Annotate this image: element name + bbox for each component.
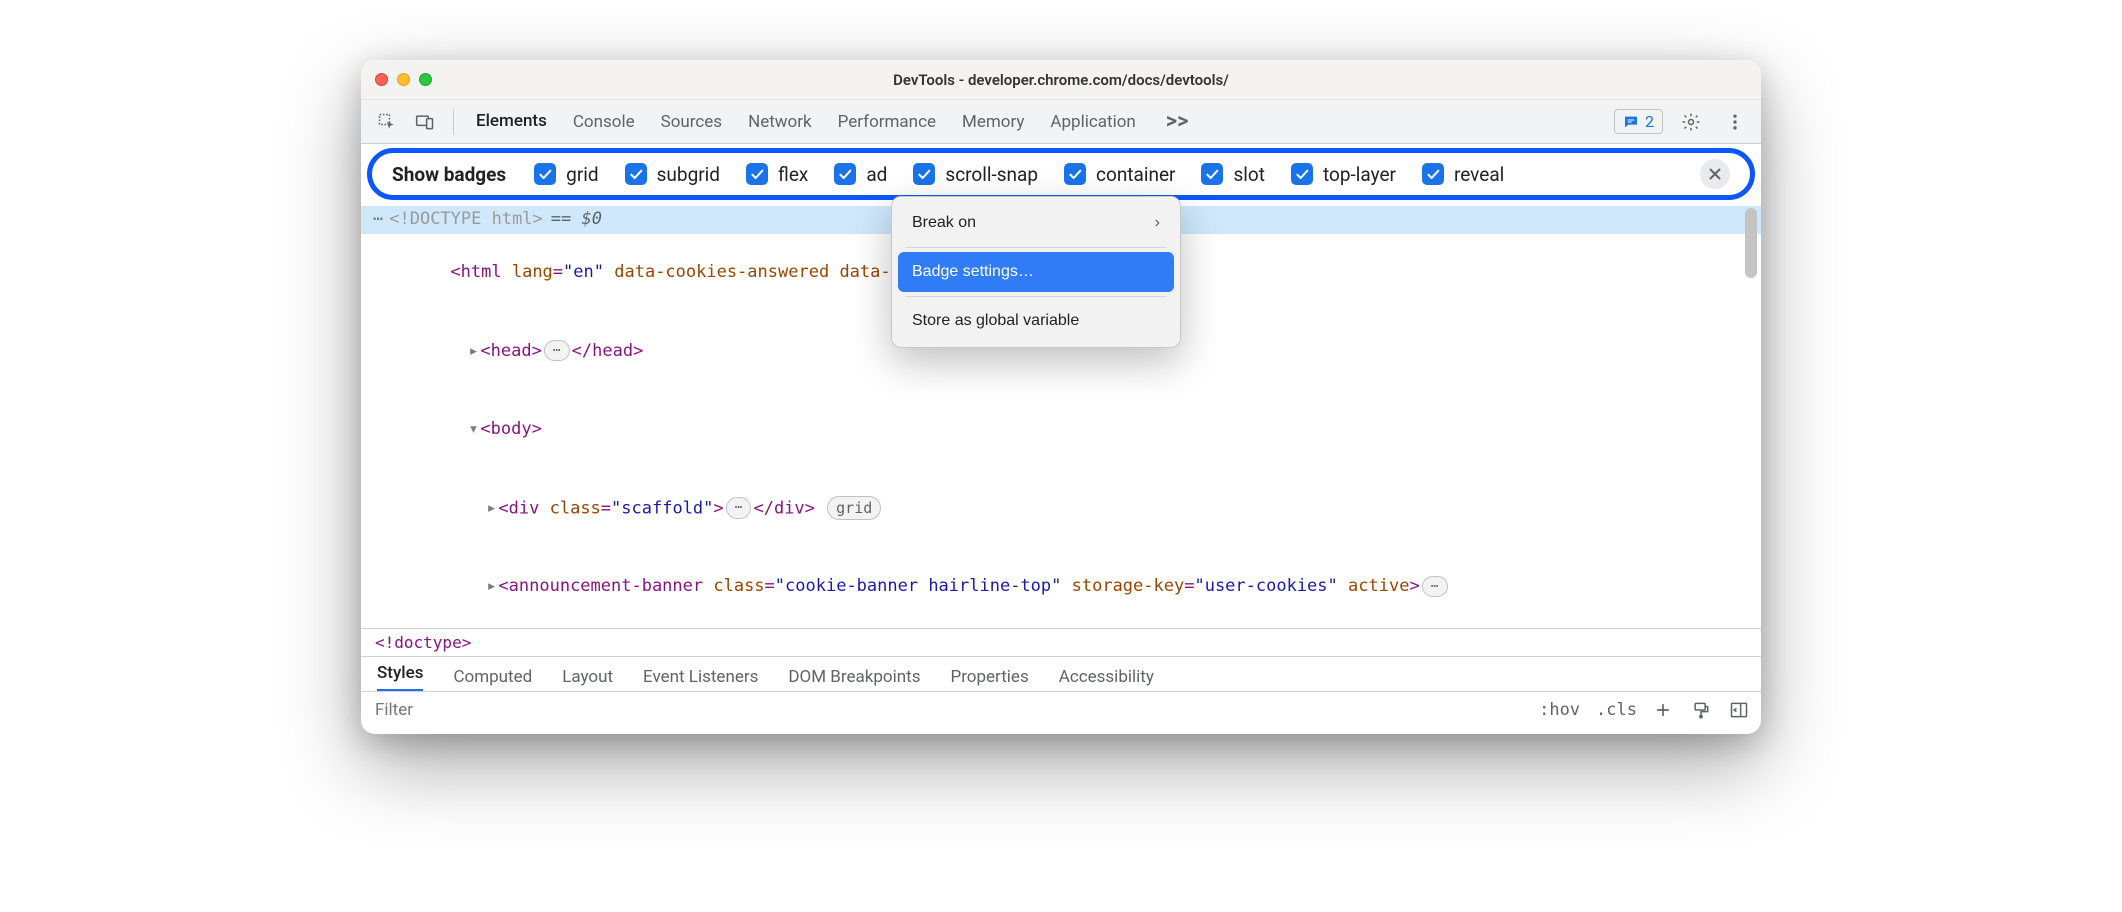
- breadcrumb-item[interactable]: <!doctype>: [375, 633, 471, 652]
- row-menu-icon[interactable]: ⋯: [373, 207, 385, 233]
- issues-count: 2: [1645, 112, 1654, 131]
- devtools-window: DevTools - developer.chrome.com/docs/dev…: [361, 60, 1761, 734]
- checkbox-icon: [834, 163, 856, 185]
- subtab-layout[interactable]: Layout: [562, 667, 613, 687]
- checkbox-icon: [1422, 163, 1444, 185]
- dom-row-scaffold[interactable]: ▸<div class="scaffold">⋯</div> grid: [361, 469, 1761, 548]
- context-menu-item[interactable]: Store as global variable: [898, 301, 1174, 341]
- expand-icon[interactable]: ▸: [486, 496, 494, 522]
- tab-memory[interactable]: Memory: [962, 112, 1024, 132]
- badge-checkbox-reveal[interactable]: reveal: [1422, 163, 1504, 186]
- badge-checkbox-container[interactable]: container: [1064, 163, 1175, 186]
- expand-icon[interactable]: ▸: [486, 574, 494, 600]
- separator: [906, 296, 1166, 297]
- scrollbar-thumb[interactable]: [1745, 208, 1757, 278]
- collapse-icon[interactable]: ▾: [468, 417, 476, 443]
- tab-elements[interactable]: Elements: [476, 111, 547, 133]
- tab-console[interactable]: Console: [573, 112, 635, 132]
- close-icon: [1706, 165, 1724, 183]
- checkbox-icon: [913, 163, 935, 185]
- subtab-dom-breakpoints[interactable]: DOM Breakpoints: [788, 667, 920, 687]
- toolbar-right: 2: [1614, 106, 1751, 138]
- context-menu: Break on› Badge settings… Store as global …: [891, 196, 1181, 348]
- context-menu-item[interactable]: Badge settings…: [898, 252, 1174, 292]
- new-style-rule-icon[interactable]: [1653, 700, 1673, 720]
- styles-filter-input[interactable]: [373, 696, 1523, 724]
- more-menu-icon[interactable]: [1719, 106, 1751, 138]
- expand-icon[interactable]: ▸: [468, 339, 476, 365]
- zoom-window-button[interactable]: [419, 73, 432, 86]
- badge-checkbox-top-layer[interactable]: top-layer: [1291, 163, 1396, 186]
- separator: [906, 247, 1166, 248]
- badge-checkbox-grid[interactable]: grid: [534, 163, 598, 186]
- badge-checkbox-subgrid[interactable]: subgrid: [625, 163, 720, 186]
- subtab-properties[interactable]: Properties: [950, 667, 1028, 687]
- styles-toolbar-icons: [1653, 700, 1749, 720]
- ellipsis-pill[interactable]: ⋯: [544, 340, 570, 362]
- checkbox-icon: [625, 163, 647, 185]
- computed-panel-toggle-icon[interactable]: [1729, 700, 1749, 720]
- tab-application[interactable]: Application: [1050, 112, 1135, 132]
- main-tabs: Elements Console Sources Network Performance…: [476, 109, 1608, 134]
- chevron-right-icon: ›: [1155, 211, 1160, 235]
- subtab-computed[interactable]: Computed: [453, 667, 532, 687]
- badges-bar: Show badges grid subgrid flex ad scroll-snap…: [367, 148, 1755, 200]
- subtab-accessibility[interactable]: Accessibility: [1059, 667, 1154, 687]
- ellipsis-pill[interactable]: ⋯: [726, 497, 752, 519]
- styles-toolbar: :hov .cls: [361, 691, 1761, 734]
- badge-checkbox-ad[interactable]: ad: [834, 163, 887, 186]
- show-badges-label: Show badges: [392, 163, 506, 186]
- tab-sources[interactable]: Sources: [661, 112, 722, 132]
- badges-options: grid subgrid flex ad scroll-snap container slo…: [534, 163, 1504, 186]
- tab-network[interactable]: Network: [748, 112, 812, 132]
- dom-row-body[interactable]: ▾<body>: [361, 391, 1761, 470]
- tab-performance[interactable]: Performance: [838, 112, 936, 132]
- hov-toggle[interactable]: :hov: [1539, 700, 1580, 720]
- window-titlebar: DevTools - developer.chrome.com/docs/dev…: [361, 60, 1761, 100]
- badge-checkbox-scroll-snap[interactable]: scroll-snap: [913, 163, 1038, 186]
- checkbox-icon: [1201, 163, 1223, 185]
- cls-toggle[interactable]: .cls: [1596, 700, 1637, 720]
- badges-close-button[interactable]: [1700, 159, 1730, 189]
- subtab-styles[interactable]: Styles: [377, 663, 423, 691]
- traffic-lights: [375, 73, 432, 86]
- paint-icon[interactable]: [1691, 700, 1711, 720]
- context-menu-item[interactable]: Break on›: [898, 203, 1174, 243]
- badge-checkbox-slot[interactable]: slot: [1201, 163, 1264, 186]
- tabs-overflow-icon[interactable]: >>: [1166, 109, 1189, 134]
- inspect-element-icon[interactable]: [371, 106, 403, 138]
- checkbox-icon: [1291, 163, 1313, 185]
- issues-badge[interactable]: 2: [1614, 109, 1663, 134]
- window-title: DevTools - developer.chrome.com/docs/dev…: [361, 71, 1761, 89]
- checkbox-icon: [746, 163, 768, 185]
- ellipsis-pill[interactable]: ⋯: [1422, 576, 1448, 598]
- badge-checkbox-flex[interactable]: flex: [746, 163, 808, 186]
- dom-row-announcement[interactable]: ▸<announcement-banner class="cookie-bann…: [361, 548, 1761, 627]
- minimize-window-button[interactable]: [397, 73, 410, 86]
- device-toolbar-icon[interactable]: [409, 106, 441, 138]
- breadcrumbs[interactable]: <!doctype>: [361, 628, 1761, 656]
- styles-subtabs: Styles Computed Layout Event Listeners DOM B…: [361, 656, 1761, 691]
- checkbox-icon: [1064, 163, 1086, 185]
- main-toolbar: Elements Console Sources Network Performance…: [361, 100, 1761, 144]
- checkbox-icon: [534, 163, 556, 185]
- subtab-event-listeners[interactable]: Event Listeners: [643, 667, 758, 687]
- dom-tree[interactable]: ⋯ <!DOCTYPE html> == $0 <html lang="en" …: [361, 206, 1761, 628]
- separator: [453, 109, 454, 135]
- message-icon: [1623, 114, 1639, 130]
- settings-icon[interactable]: [1675, 106, 1707, 138]
- grid-badge[interactable]: grid: [827, 496, 881, 521]
- close-window-button[interactable]: [375, 73, 388, 86]
